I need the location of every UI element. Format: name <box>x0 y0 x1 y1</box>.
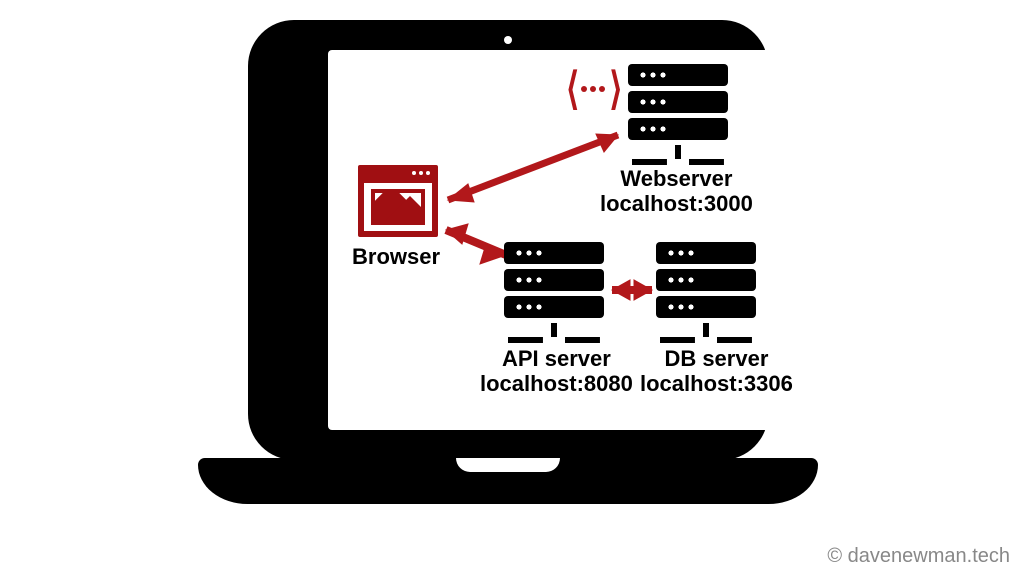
credit-text: © davenewman.tech <box>827 545 1010 568</box>
laptop-icon: ⟨ ⟩ Webserver localhost:3000 <box>198 20 818 530</box>
api-server-address: localhost:8080 <box>480 371 633 396</box>
laptop-notch <box>456 458 560 472</box>
laptop-screen: ⟨ ⟩ Webserver localhost:3000 <box>328 50 788 430</box>
webserver-address: localhost:3000 <box>600 191 753 216</box>
camera-dot-icon <box>504 36 512 44</box>
db-server-label: DB server localhost:3306 <box>640 346 793 397</box>
browser-icon <box>358 165 438 237</box>
webserver-icon <box>628 64 728 169</box>
api-server-icon <box>504 242 604 347</box>
browser-label: Browser <box>352 244 440 269</box>
api-server-label: API server localhost:8080 <box>480 346 633 397</box>
db-server-address: localhost:3306 <box>640 371 793 396</box>
api-server-title: API server <box>480 346 633 371</box>
diagram-stage: ⟨ ⟩ Webserver localhost:3000 <box>0 0 1024 576</box>
laptop-lid: ⟨ ⟩ Webserver localhost:3000 <box>248 20 768 460</box>
webserver-label: Webserver localhost:3000 <box>600 166 753 217</box>
db-server-title: DB server <box>640 346 793 371</box>
db-server-icon <box>656 242 756 347</box>
network-transfer-icon: ⟨ ⟩ <box>566 72 621 106</box>
webserver-title: Webserver <box>600 166 753 191</box>
laptop-base <box>198 458 818 504</box>
